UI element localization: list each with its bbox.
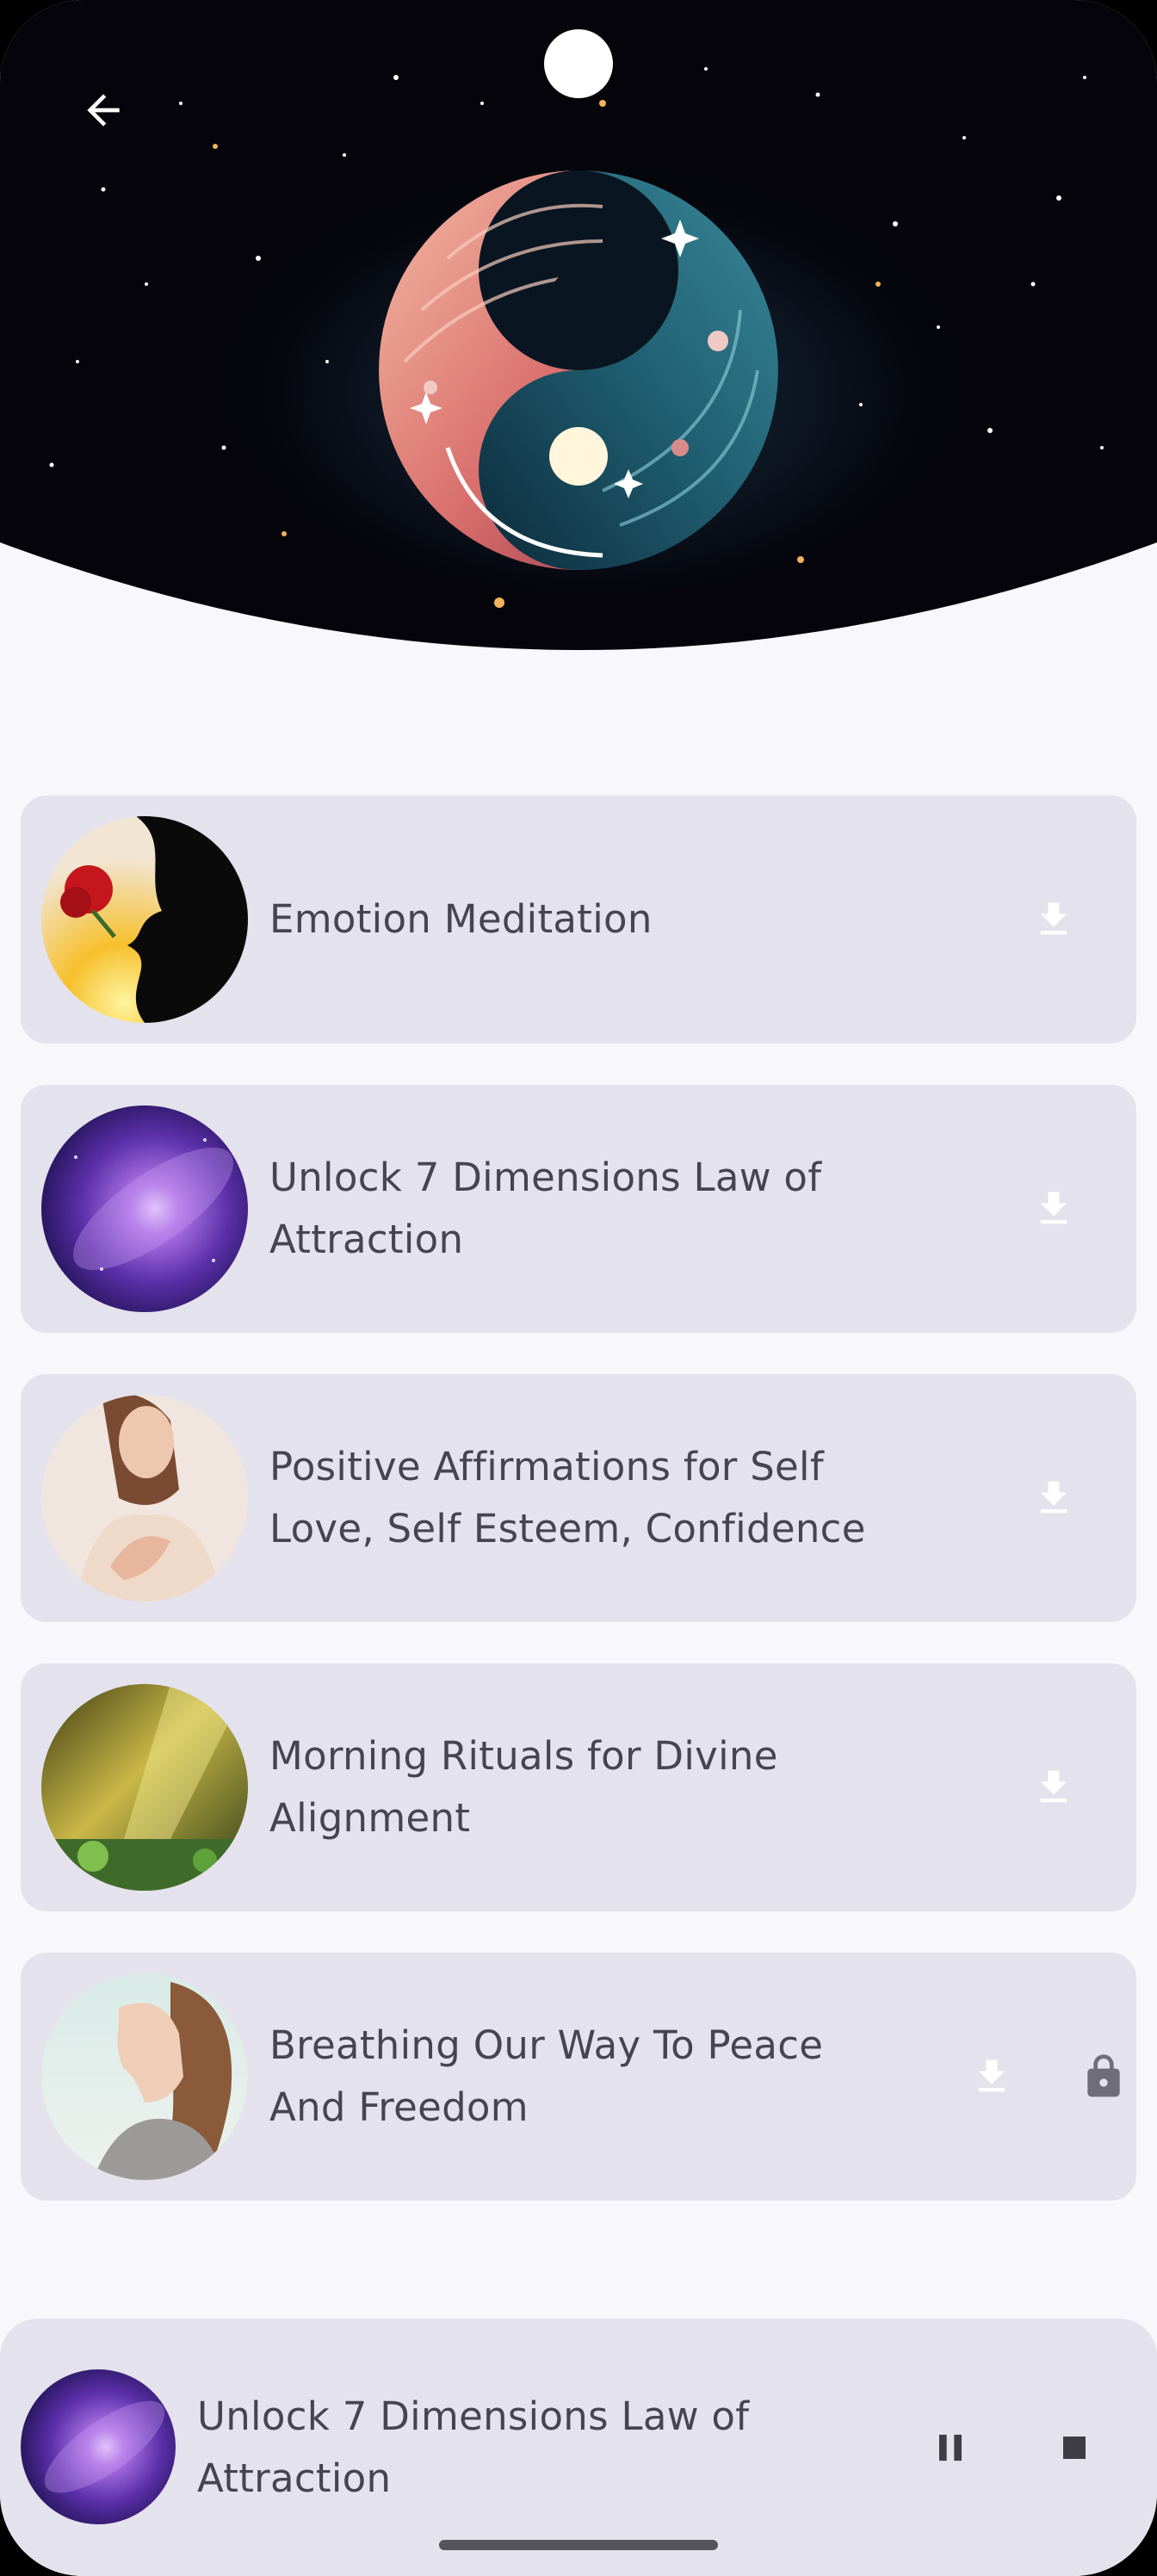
track-list: Emotion Meditation Unlock 7 Dimensions L… bbox=[21, 796, 1136, 2242]
track-title: Positive Affirmations for Self Love, Sel… bbox=[269, 1444, 866, 1551]
silhouette-kissing-rose-image bbox=[41, 816, 248, 1023]
woman-hands-on-chest-image bbox=[41, 1395, 248, 1601]
track-thumbnail bbox=[41, 1973, 248, 2180]
track-thumbnail bbox=[41, 1395, 248, 1601]
lock-icon bbox=[1069, 2042, 1138, 2111]
stop-icon bbox=[1063, 2437, 1086, 2459]
download-icon bbox=[1040, 1481, 1067, 1514]
download-button[interactable] bbox=[1019, 1464, 1088, 1533]
track-card[interactable]: Unlock 7 Dimensions Law of Attraction bbox=[21, 1085, 1136, 1333]
track-title: Emotion Meditation bbox=[269, 896, 653, 942]
woman-breathing-profile-image bbox=[41, 1973, 248, 2180]
purple-galaxy-image bbox=[41, 1105, 248, 1312]
camera-cutout bbox=[544, 29, 613, 98]
stop-button[interactable] bbox=[1033, 2406, 1116, 2489]
track-title: Unlock 7 Dimensions Law of Attraction bbox=[269, 1155, 822, 1262]
arrow-left-icon bbox=[87, 94, 120, 127]
now-playing-title: Unlock 7 Dimensions Law of Attraction bbox=[197, 2393, 750, 2501]
mini-player[interactable]: Unlock 7 Dimensions Law of Attraction bbox=[0, 2319, 1157, 2576]
pause-button[interactable] bbox=[909, 2406, 992, 2489]
download-button[interactable] bbox=[957, 2042, 1026, 2111]
download-icon bbox=[978, 2059, 1005, 2092]
track-card[interactable]: Emotion Meditation bbox=[21, 796, 1136, 1043]
track-card[interactable]: Morning Rituals for Divine Alignment bbox=[21, 1663, 1136, 1911]
pause-icon bbox=[939, 2434, 962, 2461]
download-icon bbox=[1040, 1770, 1067, 1803]
hero-banner bbox=[0, 0, 1157, 672]
download-button[interactable] bbox=[1019, 1753, 1088, 1822]
sunlit-forest-image bbox=[41, 1684, 248, 1891]
track-card[interactable]: Breathing Our Way To Peace And Freedom bbox=[21, 1953, 1136, 2201]
download-icon bbox=[1040, 902, 1067, 935]
track-title: Morning Rituals for Divine Alignment bbox=[269, 1733, 778, 1841]
screen: Emotion Meditation Unlock 7 Dimensions L… bbox=[0, 0, 1157, 2576]
track-thumbnail bbox=[41, 816, 248, 1023]
track-thumbnail bbox=[41, 1105, 248, 1312]
home-indicator[interactable] bbox=[439, 2540, 718, 2550]
now-playing-thumbnail bbox=[21, 2369, 176, 2524]
hero-image bbox=[0, 0, 1157, 650]
purple-galaxy-image bbox=[21, 2369, 176, 2524]
track-card[interactable]: Positive Affirmations for Self Love, Sel… bbox=[21, 1374, 1136, 1622]
track-thumbnail bbox=[41, 1684, 248, 1891]
download-button[interactable] bbox=[1019, 1174, 1088, 1243]
download-icon bbox=[1040, 1192, 1067, 1224]
track-title: Breathing Our Way To Peace And Freedom bbox=[269, 2022, 824, 2130]
download-button[interactable] bbox=[1019, 885, 1088, 954]
back-button[interactable] bbox=[62, 69, 145, 152]
